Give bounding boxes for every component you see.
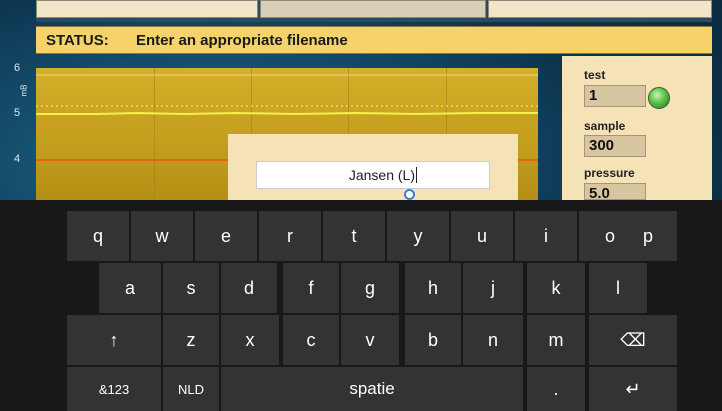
key-e[interactable]: e [195, 211, 257, 261]
filename-input[interactable]: Jansen (L) [256, 161, 490, 189]
top-button-2[interactable] [260, 0, 486, 18]
symbols-key[interactable]: &123 [67, 367, 161, 411]
test-label: test [584, 68, 606, 82]
status-message: Enter an appropriate filename [136, 31, 348, 49]
backspace-key-icon[interactable]: ⌫ [589, 315, 677, 365]
key-k[interactable]: k [527, 263, 585, 313]
filename-dialog: Jansen (L) [228, 134, 518, 200]
key-b[interactable]: b [405, 315, 461, 365]
key-q[interactable]: q [67, 211, 129, 261]
test-value: 1 [584, 85, 646, 107]
key-i[interactable]: i [515, 211, 577, 261]
key-w[interactable]: w [131, 211, 193, 261]
app-area: STATUS: Enter an appropriate filename 6 … [0, 0, 722, 200]
pressure-trace [36, 111, 538, 116]
key-r[interactable]: r [259, 211, 321, 261]
pressure-value: 5.0 [584, 183, 646, 200]
key-s[interactable]: s [163, 263, 219, 313]
y-unit-label: mB [19, 84, 29, 97]
key-u[interactable]: u [451, 211, 513, 261]
key-y[interactable]: y [387, 211, 449, 261]
pressure-label: pressure [584, 166, 635, 180]
status-label: STATUS: [46, 31, 109, 49]
key-n[interactable]: n [463, 315, 523, 365]
filename-text: Jansen (L) [348, 167, 415, 183]
shift-key-icon[interactable]: ↑ [67, 315, 161, 365]
key-t[interactable]: t [323, 211, 385, 261]
selection-handle-icon[interactable] [404, 189, 415, 200]
key-a[interactable]: a [99, 263, 161, 313]
sample-label: sample [584, 119, 626, 133]
key-j[interactable]: j [463, 263, 523, 313]
y-tick-label: 5 [14, 107, 21, 119]
key-f[interactable]: f [283, 263, 339, 313]
top-button-bar [36, 0, 712, 22]
key-l[interactable]: l [589, 263, 647, 313]
spacebar-key[interactable]: spatie [221, 367, 523, 411]
period-key[interactable]: . [527, 367, 585, 411]
language-key[interactable]: NLD [163, 367, 219, 411]
key-g[interactable]: g [341, 263, 399, 313]
y-tick-label: 6 [14, 62, 21, 74]
sample-value: 300 [584, 135, 646, 157]
key-p[interactable]: p [619, 211, 677, 261]
key-m[interactable]: m [527, 315, 585, 365]
enter-key-icon[interactable]: ↵ [589, 367, 677, 411]
key-h[interactable]: h [405, 263, 461, 313]
key-d[interactable]: d [221, 263, 277, 313]
top-button-1[interactable] [36, 0, 258, 18]
y-tick-label: 4 [14, 153, 21, 165]
key-z[interactable]: z [163, 315, 219, 365]
key-x[interactable]: x [221, 315, 279, 365]
text-caret [416, 167, 417, 183]
key-c[interactable]: c [283, 315, 339, 365]
top-button-3[interactable] [488, 0, 712, 18]
status-led-icon [648, 87, 670, 109]
status-bar: STATUS: Enter an appropriate filename [36, 26, 712, 54]
key-v[interactable]: v [341, 315, 399, 365]
side-panel: test 1 sample 300 pressure 5.0 [562, 56, 712, 200]
touch-keyboard: q w e r t y u i o p a s d f g h j k l ↑ … [0, 200, 722, 411]
